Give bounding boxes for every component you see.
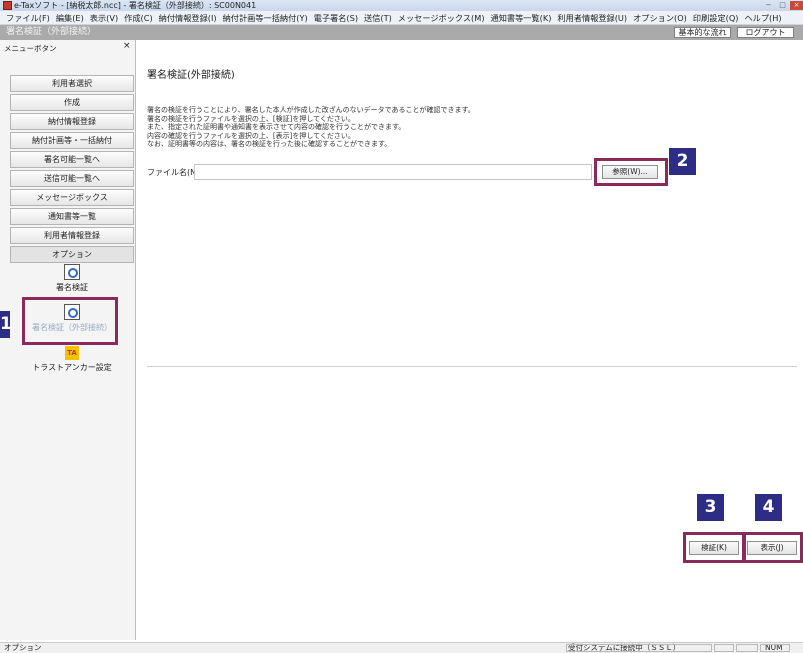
callout-highlight-3 [683,532,746,563]
status-panel [714,644,734,652]
callout-badge-4: 4 [755,494,782,521]
signature-verify-label: 署名検証 [56,283,88,292]
status-text: オプション [4,643,42,652]
menu-e-signature[interactable]: 電子署名(S) [308,11,358,24]
minimize-icon[interactable]: − [762,1,775,10]
menu-bulk-payment[interactable]: 納付計画等一括納付(Y) [217,11,308,24]
logout-button[interactable]: ログアウト [737,27,794,38]
menu-notices[interactable]: 通知書等一覧(K) [485,11,552,24]
menu-send[interactable]: 送信(T) [358,11,392,24]
status-panel [760,644,790,652]
app-icon [3,1,12,10]
title-bar: e-Taxソフト - [納税太郎.ncc] - 署名検証（外部接続）: SC00… [0,0,803,11]
menu-bar: ファイル(F) 編集(E) 表示(V) 作成(C) 納付情報登録(I) 納付計画… [0,11,803,25]
nav-signable-list[interactable]: 署名可能一覧へ [10,151,134,168]
nav-notices[interactable]: 通知書等一覧 [10,208,134,225]
menu-help[interactable]: ヘルプ(H) [738,11,781,24]
menu-options[interactable]: オプション(O) [627,11,687,24]
nav-payment-info[interactable]: 納付情報登録 [10,113,134,130]
menu-file[interactable]: ファイル(F) [0,11,50,24]
description-line: 内容の確認を行うファイルを選択の上、[表示]を押してください。 [147,131,355,140]
trust-anchor-item[interactable]: TA トラストアンカー設定 [12,346,132,373]
menu-payment-info[interactable]: 納付情報登録(I) [153,11,217,24]
nav-sendable-list[interactable]: 送信可能一覧へ [10,170,134,187]
file-name-label: ファイル名(N) [147,168,200,177]
menu-print-settings[interactable]: 印刷設定(Q) [687,11,739,24]
signature-verify-item[interactable]: 署名検証 [12,264,132,293]
description-line: 署名の検証を行うファイルを選択の上、[検証]を押してください。 [147,114,355,123]
callout-badge-2: 2 [669,148,696,175]
callout-highlight-2 [594,158,668,186]
window-title: e-Taxソフト - [納税太郎.ncc] - 署名検証（外部接続）: SC00… [14,1,257,10]
callout-badge-1: 1 [0,311,12,338]
callout-highlight-1 [22,297,118,345]
basic-flow-button[interactable]: 基本的な流れ [674,27,731,38]
description: 署名の検証を行うことにより、署名した本人が作成した改ざんのないデータであることが… [147,106,567,149]
description-line: 署名の検証を行うことにより、署名した本人が作成した改ざんのないデータであることが… [147,106,475,114]
menu-view[interactable]: 表示(V) [84,11,118,24]
nav-message-box[interactable]: メッセージボックス [10,189,134,206]
nav-user-info[interactable]: 利用者情報登録 [10,227,134,244]
trust-anchor-label: トラストアンカー設定 [32,363,112,372]
menu-user-info[interactable]: 利用者情報登録(U) [551,11,627,24]
file-name-input[interactable] [194,164,592,180]
divider [147,366,797,367]
description-line: なお、証明書等の内容は、署名の検証を行った後に確認することができます。 [147,140,392,148]
nav-user-select[interactable]: 利用者選択 [10,75,134,92]
nav-create[interactable]: 作成 [10,94,134,111]
menu-message-box[interactable]: メッセージボックス(M) [392,11,485,24]
status-panel [566,644,712,652]
nav-options[interactable]: オプション [10,246,134,263]
status-panel [736,644,758,652]
description-line: また、指定された証明書や通知書を表示させて内容の確認を行うことができます。 [147,123,406,131]
close-icon[interactable]: × [790,1,803,10]
menu-pane-caption: メニューボタン [4,44,57,53]
page-title: 署名検証(外部接続) [147,70,235,81]
menu-edit[interactable]: 編集(E) [50,11,84,24]
callout-badge-3: 3 [697,494,724,521]
menu-pane-close-icon[interactable]: × [123,41,131,51]
signature-verify-icon [64,264,80,280]
trust-anchor-icon: TA [65,346,79,360]
screen-title: 署名検証（外部接続） [6,27,97,37]
maximize-icon[interactable]: □ [776,1,789,10]
callout-highlight-4 [742,532,803,563]
screen-header: 署名検証（外部接続） 基本的な流れ ログアウト [0,25,803,40]
menu-create[interactable]: 作成(C) [118,11,152,24]
nav-bulk-payment[interactable]: 納付計画等・一括納付 [10,132,134,149]
